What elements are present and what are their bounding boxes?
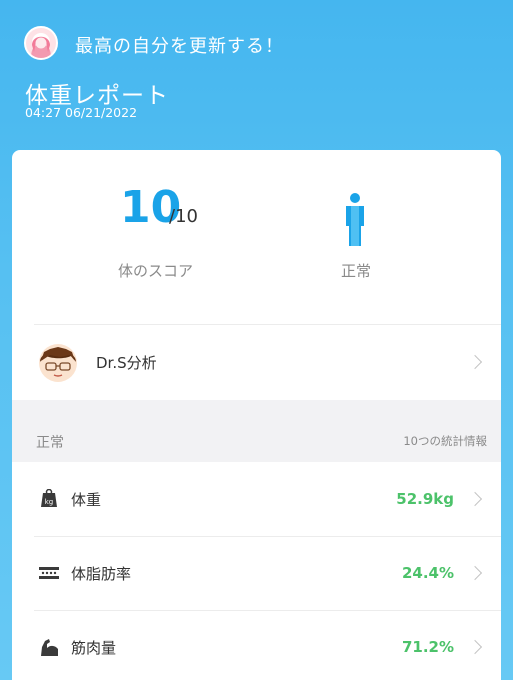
metric-value: 52.9kg: [396, 490, 454, 508]
metric-value: 24.4%: [401, 564, 454, 582]
user-avatar[interactable]: [24, 26, 58, 60]
metric-row-body-fat[interactable]: 体脂肪率 24.4%: [12, 536, 501, 611]
svg-text:kg: kg: [45, 498, 54, 506]
metric-label: 体重: [71, 491, 102, 509]
chevron-right-icon: [467, 639, 483, 655]
report-timestamp: 04:27 06/21/2022: [25, 105, 138, 120]
section-header: 正常 10つの統計情報: [12, 400, 501, 462]
chevron-right-icon: [467, 491, 483, 507]
report-header: 最高の自分を更新する！ 体重レポート 04:27 06/21/2022: [0, 0, 513, 150]
score-summary: 10 /10 体のスコア 正常: [12, 150, 501, 325]
muscle-icon: [38, 637, 60, 657]
chevron-right-icon: [467, 565, 483, 581]
body-score-max: /10: [169, 206, 198, 227]
metric-label: 体脂肪率: [71, 565, 132, 583]
body-status-label: 正常: [341, 262, 372, 280]
metric-label: 筋肉量: [71, 639, 117, 657]
doctor-analysis-row[interactable]: Dr.S分析: [12, 325, 501, 400]
body-score-label: 体のスコア: [118, 262, 194, 280]
metric-value: 71.2%: [401, 638, 454, 656]
section-title: 正常: [36, 435, 64, 451]
weight-scale-icon: kg: [38, 488, 60, 509]
report-card: 10 /10 体のスコア 正常 Dr.S分析 正常 10つの統計情報 kg 体重…: [12, 150, 501, 680]
stats-count-label: 10つの統計情報: [403, 434, 487, 448]
motto-text: 最高の自分を更新する！: [75, 36, 284, 57]
body-figure-icon: [342, 192, 368, 246]
chevron-right-icon: [467, 354, 483, 370]
metric-row-muscle[interactable]: 筋肉量 71.2%: [12, 610, 501, 680]
doctor-analysis-label: Dr.S分析: [96, 354, 157, 372]
body-fat-icon: [38, 563, 60, 583]
metric-row-weight[interactable]: kg 体重 52.9kg: [12, 462, 501, 537]
doctor-avatar: [38, 343, 78, 383]
